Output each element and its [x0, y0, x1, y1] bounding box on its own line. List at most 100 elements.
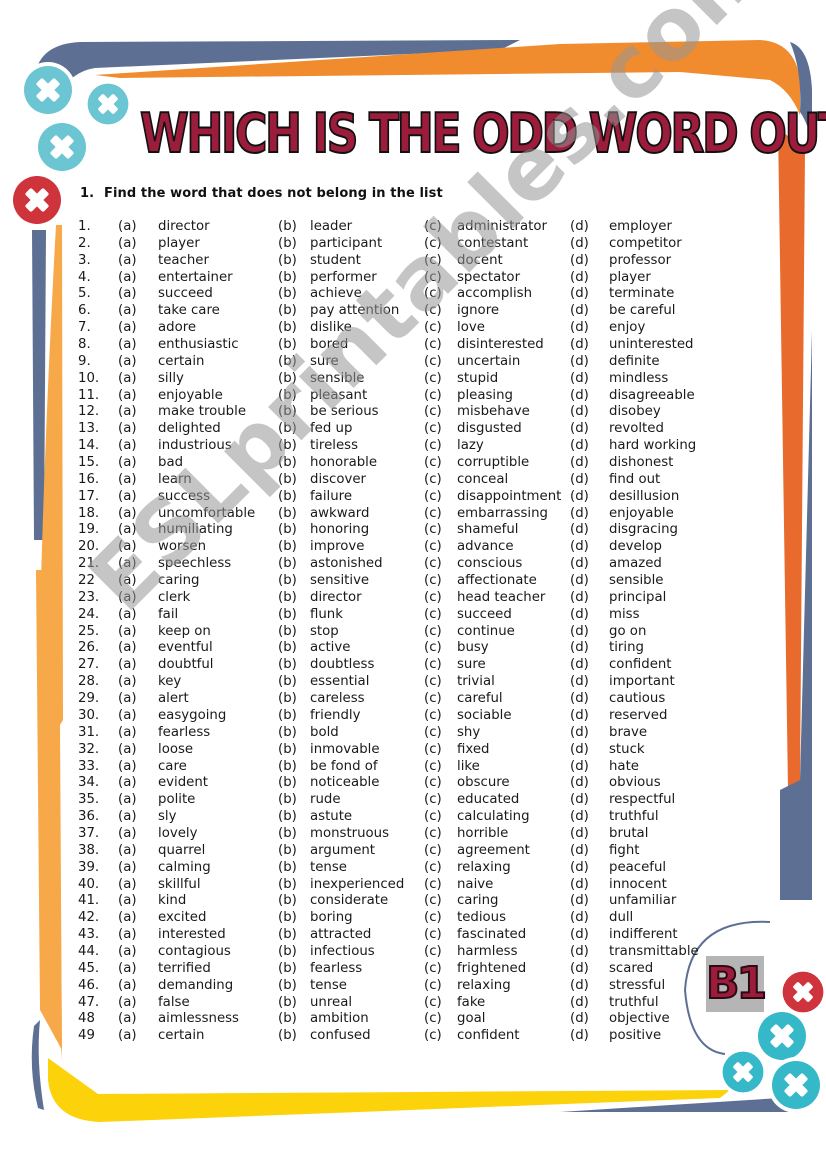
- option-c: trivial: [457, 674, 495, 690]
- option-d: stressful: [609, 977, 666, 993]
- option-label-c: (c): [424, 219, 442, 234]
- option-c: fake: [457, 994, 486, 1010]
- option-label-b: (b): [278, 286, 297, 302]
- option-label-b: (b): [278, 977, 297, 993]
- option-label-d: (d): [570, 707, 589, 723]
- option-label-c: (c): [424, 640, 442, 656]
- option-label-d: (d): [570, 505, 589, 521]
- close-x-icon: [20, 62, 76, 118]
- frame-left-navy-band: [32, 230, 46, 540]
- option-b: careless: [310, 691, 365, 707]
- option-label-b: (b): [278, 370, 297, 386]
- option-a: excited: [158, 910, 207, 926]
- option-d: reserved: [609, 707, 668, 723]
- option-c: sure: [457, 657, 486, 673]
- option-d: be careful: [609, 303, 676, 319]
- option-label-b: (b): [278, 606, 297, 622]
- option-d: find out: [609, 471, 661, 487]
- option-d: amazed: [609, 556, 662, 572]
- option-a: humiliating: [158, 522, 233, 538]
- option-label-b: (b): [278, 556, 297, 572]
- option-label-b: (b): [278, 219, 297, 234]
- option-label-a: (a): [118, 589, 137, 605]
- option-b: monstruous: [310, 825, 390, 841]
- option-label-c: (c): [424, 741, 442, 757]
- option-a: fearless: [158, 724, 211, 740]
- option-d: competitor: [609, 235, 682, 251]
- option-b: pay attention: [310, 303, 400, 319]
- close-x-icon: [9, 172, 65, 228]
- option-label-a: (a): [118, 775, 137, 791]
- question-number: 36.: [78, 809, 100, 825]
- option-d: disagreeable: [609, 387, 695, 403]
- option-label-a: (a): [118, 219, 137, 234]
- option-label-a: (a): [118, 674, 137, 690]
- option-c: accomplish: [457, 286, 533, 302]
- option-label-c: (c): [424, 471, 442, 487]
- option-c: stupid: [457, 370, 499, 386]
- option-d: truthful: [609, 809, 659, 825]
- option-b: argument: [310, 842, 376, 858]
- option-label-c: (c): [424, 809, 442, 825]
- option-label-b: (b): [278, 657, 297, 673]
- question-number: 16.: [78, 471, 100, 487]
- option-d: confident: [609, 657, 672, 673]
- option-label-d: (d): [570, 606, 589, 622]
- option-c: confident: [457, 1028, 520, 1044]
- option-label-b: (b): [278, 438, 297, 454]
- option-a: easygoing: [158, 707, 227, 723]
- option-c: fixed: [457, 741, 490, 757]
- option-label-d: (d): [570, 235, 589, 251]
- option-d: professor: [609, 252, 672, 268]
- option-b: awkward: [310, 505, 370, 521]
- option-label-c: (c): [424, 842, 442, 858]
- option-label-d: (d): [570, 842, 589, 858]
- option-a: success: [158, 488, 211, 504]
- option-label-c: (c): [424, 657, 442, 673]
- option-label-d: (d): [570, 859, 589, 875]
- option-c: pleasing: [457, 387, 513, 403]
- option-b: astonished: [310, 556, 383, 572]
- option-d: terminate: [609, 286, 675, 302]
- question-number: 25.: [78, 623, 100, 639]
- option-c: corruptible: [457, 455, 530, 471]
- option-label-d: (d): [570, 960, 589, 976]
- option-c: shameful: [457, 522, 519, 538]
- option-a: quarrel: [158, 842, 206, 858]
- question-number: 35.: [78, 792, 100, 808]
- option-label-d: (d): [570, 943, 589, 959]
- option-c: disgusted: [457, 421, 522, 437]
- option-label-a: (a): [118, 707, 137, 723]
- option-label-a: (a): [118, 320, 137, 336]
- option-a: enjoyable: [158, 387, 223, 403]
- option-label-b: (b): [278, 1011, 297, 1027]
- question-number: 42.: [78, 910, 100, 926]
- option-a: certain: [158, 1028, 205, 1044]
- option-label-c: (c): [424, 606, 442, 622]
- option-label-d: (d): [570, 370, 589, 386]
- option-label-a: (a): [118, 623, 137, 639]
- option-a: learn: [158, 471, 192, 487]
- option-label-c: (c): [424, 488, 442, 504]
- option-c: succeed: [457, 606, 512, 622]
- option-b: friendly: [310, 707, 361, 723]
- option-label-b: (b): [278, 303, 297, 319]
- option-label-a: (a): [118, 303, 137, 319]
- option-label-d: (d): [570, 589, 589, 605]
- option-label-c: (c): [424, 438, 442, 454]
- option-d: truthful: [609, 994, 659, 1010]
- question-number: 24.: [78, 606, 100, 622]
- option-d: player: [609, 269, 651, 285]
- option-c: horrible: [457, 825, 509, 841]
- option-label-a: (a): [118, 337, 137, 353]
- option-b: director: [310, 589, 362, 605]
- option-label-d: (d): [570, 758, 589, 774]
- question-number: 27.: [78, 657, 100, 673]
- option-a: enthusiastic: [158, 337, 239, 353]
- question-number: 46.: [78, 977, 100, 993]
- option-label-a: (a): [118, 927, 137, 943]
- option-label-c: (c): [424, 286, 442, 302]
- option-label-a: (a): [118, 1028, 137, 1044]
- option-a: sly: [158, 809, 177, 825]
- option-label-d: (d): [570, 488, 589, 504]
